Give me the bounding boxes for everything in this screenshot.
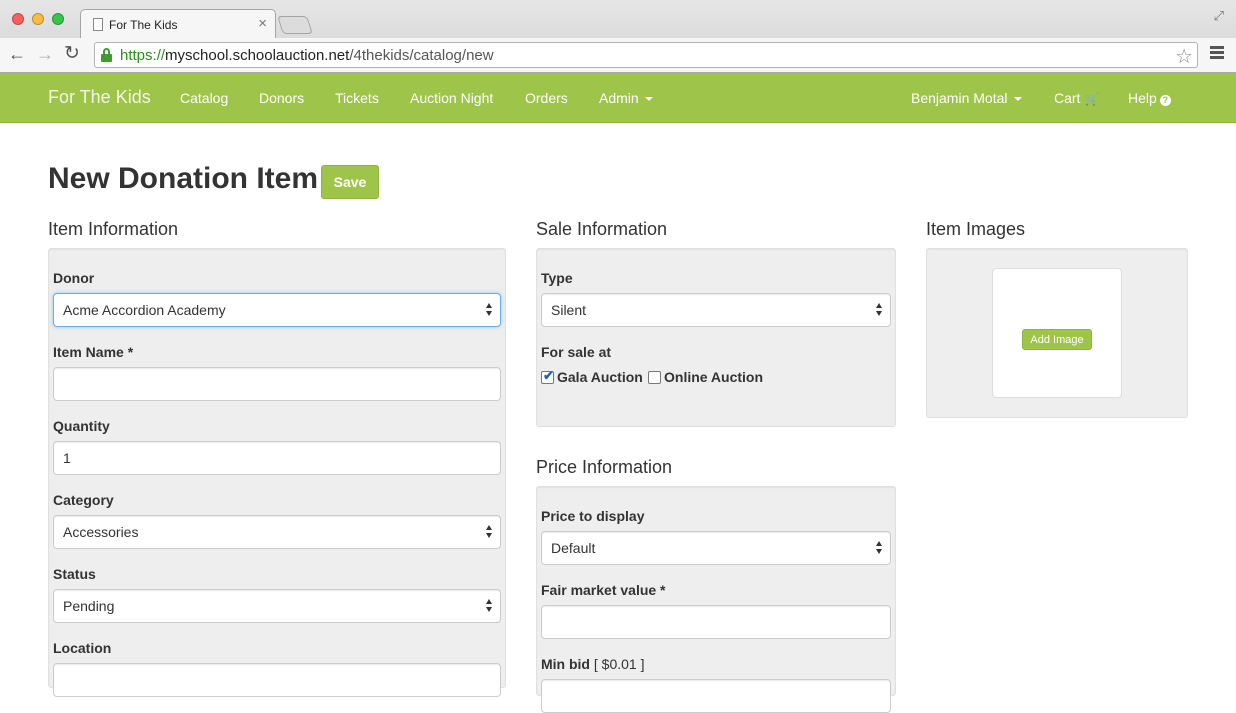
window-close-button[interactable]: [12, 13, 24, 25]
nav-donors[interactable]: Donors: [259, 90, 304, 106]
price-to-display-value: Default: [551, 540, 596, 556]
forward-arrow-icon[interactable]: →: [36, 43, 54, 65]
select-arrows-icon: [486, 302, 494, 318]
image-placeholder: Add Image: [992, 268, 1122, 398]
online-auction-label[interactable]: Online Auction: [664, 369, 763, 385]
user-name: Benjamin Motal: [911, 90, 1008, 106]
price-to-display-select[interactable]: Default: [541, 531, 891, 565]
location-label: Location: [53, 640, 112, 656]
quantity-input[interactable]: 1: [53, 441, 501, 475]
type-select[interactable]: Silent: [541, 293, 891, 327]
type-label: Type: [541, 270, 573, 286]
for-sale-at-label: For sale at: [541, 344, 612, 360]
item-name-label: Item Name *: [53, 344, 134, 360]
select-arrows-icon: [486, 524, 494, 540]
min-bid-input[interactable]: [541, 679, 891, 713]
category-value: Accessories: [63, 524, 139, 540]
brand-link[interactable]: For The Kids: [48, 87, 151, 108]
lock-icon: [101, 48, 112, 62]
quantity-label: Quantity: [53, 418, 110, 434]
location-input[interactable]: [53, 663, 501, 697]
select-arrows-icon: [876, 540, 884, 556]
sale-information-heading: Sale Information: [536, 219, 668, 239]
nav-admin-label: Admin: [599, 90, 639, 106]
question-circle-icon: ?: [1159, 95, 1171, 106]
min-bid-hint: [ $0.01 ]: [593, 656, 645, 672]
browser-toolbar: ← → ↻ https://myschool.schoolauction.net…: [0, 38, 1236, 72]
checkmark-icon: ✔: [543, 368, 554, 383]
nav-admin-dropdown[interactable]: Admin: [599, 90, 653, 106]
save-button[interactable]: Save: [321, 165, 379, 199]
window-zoom-button[interactable]: [52, 13, 64, 25]
category-label: Category: [53, 492, 114, 508]
fullscreen-icon[interactable]: ⤢: [1214, 8, 1224, 24]
nav-help[interactable]: Help?: [1128, 90, 1171, 106]
fair-market-value-input[interactable]: [541, 605, 891, 639]
new-tab-button[interactable]: [277, 16, 313, 34]
select-arrows-icon: [876, 302, 884, 318]
user-menu-dropdown[interactable]: Benjamin Motal: [911, 90, 1022, 106]
item-name-input[interactable]: [53, 367, 501, 401]
donor-select[interactable]: Acme Accordion Academy: [53, 293, 501, 327]
page-title: New Donation Item: [48, 162, 319, 195]
gala-auction-checkbox[interactable]: ✔: [541, 368, 554, 384]
reload-icon[interactable]: ↻: [64, 43, 80, 65]
gala-auction-label[interactable]: Gala Auction: [557, 369, 643, 385]
nav-orders[interactable]: Orders: [525, 90, 568, 106]
url-text: https://myschool.schoolauction.net/4thek…: [120, 47, 494, 64]
donor-value: Acme Accordion Academy: [63, 302, 226, 318]
item-images-heading: Item Images: [926, 219, 1026, 239]
category-select[interactable]: Accessories: [53, 515, 501, 549]
nav-tickets[interactable]: Tickets: [335, 90, 379, 106]
page-icon: [93, 18, 103, 31]
online-auction-checkbox[interactable]: [648, 371, 661, 384]
nav-auction-night[interactable]: Auction Night: [410, 90, 493, 106]
min-bid-label: Min bid [ $0.01 ]: [541, 656, 645, 672]
back-arrow-icon[interactable]: ←: [8, 43, 26, 65]
browser-tab[interactable]: For The Kids ×: [80, 9, 276, 39]
app-navbar: For The Kids Catalog Donors Tickets Auct…: [0, 73, 1236, 123]
type-value: Silent: [551, 302, 587, 318]
item-information-heading: Item Information: [48, 219, 179, 239]
nav-cart[interactable]: Cart 🛒: [1054, 90, 1099, 106]
caret-down-icon: [1013, 97, 1022, 102]
bookmark-star-icon[interactable]: ☆: [1175, 44, 1193, 69]
add-image-button[interactable]: Add Image: [1022, 329, 1092, 350]
caret-down-icon: [644, 97, 653, 102]
price-to-display-label: Price to display: [541, 508, 645, 524]
cart-icon: 🛒: [1084, 92, 1100, 106]
status-select[interactable]: Pending: [53, 589, 501, 623]
tab-title: For The Kids: [109, 18, 178, 32]
select-arrows-icon: [486, 598, 494, 614]
window-minimize-button[interactable]: [32, 13, 44, 25]
nav-catalog[interactable]: Catalog: [180, 90, 228, 106]
cart-label: Cart: [1054, 90, 1081, 106]
status-value: Pending: [63, 598, 115, 614]
fair-market-value-label: Fair market value *: [541, 582, 666, 598]
donor-label: Donor: [53, 270, 95, 286]
sale-information-panel: [536, 248, 896, 427]
browser-chrome: For The Kids × ⤢ ← → ↻ https://myschool.…: [0, 0, 1236, 73]
browser-menu-icon[interactable]: [1210, 46, 1224, 61]
tab-close-icon[interactable]: ×: [258, 15, 267, 32]
status-label: Status: [53, 566, 96, 582]
help-label: Help: [1128, 90, 1157, 106]
price-information-heading: Price Information: [536, 457, 673, 477]
address-bar[interactable]: https://myschool.schoolauction.net/4thek…: [94, 42, 1198, 68]
